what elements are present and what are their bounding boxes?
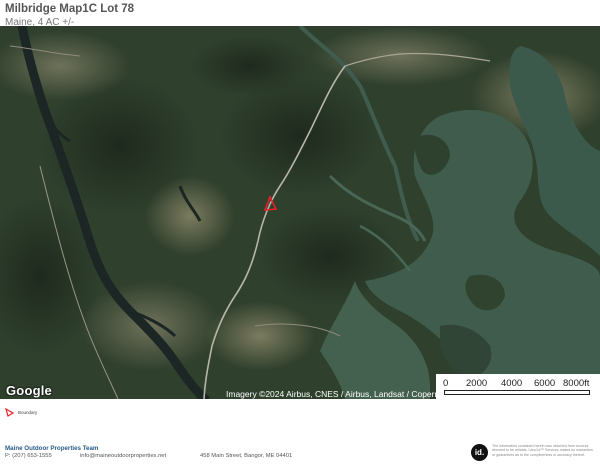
satellite-map[interactable]	[0, 26, 600, 399]
google-logo: Google	[6, 383, 52, 398]
legend: Boundary	[5, 408, 37, 417]
scale-label: 4000	[501, 378, 523, 389]
phone-number[interactable]: P: (207) 653-1555	[5, 453, 52, 459]
clearing	[205, 301, 315, 371]
header: Milbridge Map1C Lot 78 Maine, 4 AC +/-	[5, 2, 134, 29]
scale-bar-box: 0 2000 4000 6000 8000ft	[436, 374, 600, 399]
scale-label: 6000	[534, 378, 556, 389]
map-title: Milbridge Map1C Lot 78	[5, 3, 135, 15]
scale-label: 2000	[466, 378, 488, 389]
imagery-attribution: Imagery ©2024 Airbus, CNES / Airbus, Lan…	[226, 389, 436, 399]
company-name: Maine Outdoor Properties Team	[5, 445, 99, 452]
scale-bar	[444, 390, 590, 395]
forest	[40, 76, 200, 216]
forest	[190, 36, 310, 96]
legend-label: Boundary	[18, 410, 38, 415]
scale-label: 8000ft	[563, 378, 590, 389]
disclaimer-text: The information contained herein was obt…	[492, 444, 593, 457]
scale-label: 0	[443, 378, 449, 389]
land-id-logo: id.	[471, 444, 488, 461]
email-link[interactable]: info@maineoutdoorproperties.net	[80, 453, 166, 459]
scale-labels: 0 2000 4000 6000 8000ft	[436, 378, 600, 389]
boundary-icon	[5, 408, 14, 417]
map-imagery	[0, 26, 600, 399]
street-address: 458 Main Street, Bangor, ME 04401	[200, 453, 293, 459]
